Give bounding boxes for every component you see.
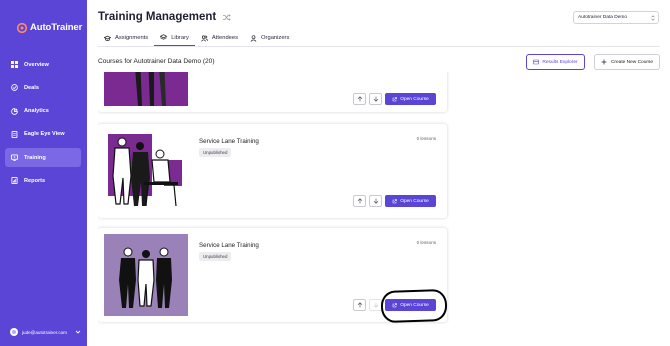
user-icon xyxy=(250,34,257,42)
sidebar-item-overview[interactable]: Overview xyxy=(5,55,81,74)
tab-bar: Assignments Library Attendees Organizers xyxy=(98,30,660,47)
shuffle-icon[interactable] xyxy=(222,13,231,22)
create-new-course-button[interactable]: Create New Course xyxy=(594,54,660,70)
select-arrows-icon xyxy=(651,14,655,21)
move-up-button[interactable] xyxy=(353,93,366,105)
course-illustration xyxy=(104,130,188,212)
sidebar-nav: Overview Deals Analytics Eagle Eye View … xyxy=(5,55,81,195)
plus-icon xyxy=(601,59,607,65)
reports-icon xyxy=(11,177,18,185)
arrow-down-icon xyxy=(373,198,378,204)
sidebar-item-label: Eagle Eye View xyxy=(24,131,65,138)
open-course-label: Open Course xyxy=(400,96,429,102)
status-badge: Unpublished xyxy=(199,148,232,157)
document-icon xyxy=(11,130,18,138)
sidebar-item-label: Reports xyxy=(24,177,46,184)
sidebar-item-deals[interactable]: Deals xyxy=(5,78,81,97)
sidebar-item-label: Training xyxy=(24,154,46,161)
arrow-up-icon xyxy=(357,302,362,308)
training-icon xyxy=(11,154,18,162)
open-course-button[interactable]: Open Course xyxy=(385,195,436,207)
sidebar: AutoTrainer Overview Deals Analytics Eag… xyxy=(0,0,87,346)
explorer-icon xyxy=(533,59,540,65)
chevron-down-icon xyxy=(75,330,81,334)
course-illustration xyxy=(104,234,188,316)
graduation-cap-icon xyxy=(104,35,111,41)
course-list[interactable]: Open Course Service Lane Training Unpubl… xyxy=(98,72,450,346)
open-course-label: Open Course xyxy=(400,198,429,204)
open-course-button[interactable]: Open Course xyxy=(385,93,436,105)
course-title: Service Lane Training xyxy=(199,242,259,249)
move-down-button[interactable] xyxy=(369,195,382,207)
external-link-icon xyxy=(392,198,398,203)
lesson-count: 0 lessons xyxy=(416,240,436,245)
users-icon xyxy=(201,35,208,42)
autotrainer-logo-icon xyxy=(17,22,27,33)
course-title: Service Lane Training xyxy=(199,138,259,145)
course-card: Service Lane Training Unpublished 0 less… xyxy=(98,228,447,322)
status-badge: Unpublished xyxy=(199,252,232,261)
app-name: AutoTrainer xyxy=(30,22,83,33)
open-course-label: Open Course xyxy=(400,302,429,308)
deals-icon xyxy=(11,84,18,92)
page-title: Training Management xyxy=(98,11,231,23)
tab-label: Library xyxy=(171,34,189,41)
organization-select-value: Autotrainer Data Demo xyxy=(578,15,628,20)
arrow-down-icon xyxy=(373,96,378,102)
sidebar-item-label: Deals xyxy=(24,84,39,91)
lesson-count: 0 lessons xyxy=(416,136,436,141)
course-illustration xyxy=(104,72,188,106)
grid-icon xyxy=(11,61,18,68)
move-up-button[interactable] xyxy=(353,195,366,207)
layers-icon xyxy=(160,34,168,40)
avatar xyxy=(10,328,18,336)
external-link-icon xyxy=(392,302,398,307)
sidebar-item-label: Overview xyxy=(24,61,49,68)
sidebar-item-label: Analytics xyxy=(24,108,49,115)
arrow-up-icon xyxy=(357,198,362,204)
sidebar-item-eagle-eye-view[interactable]: Eagle Eye View xyxy=(5,125,81,144)
sidebar-item-reports[interactable]: Reports xyxy=(5,171,81,190)
course-thumbnail xyxy=(104,72,188,106)
tab-attendees[interactable]: Attendees xyxy=(195,30,244,46)
tab-label: Assignments xyxy=(115,35,149,41)
app-logo[interactable]: AutoTrainer xyxy=(17,22,82,33)
course-thumbnail xyxy=(104,234,188,316)
arrow-up-icon xyxy=(357,96,362,102)
organization-select[interactable]: Autotrainer Data Demo xyxy=(573,11,659,24)
analytics-icon xyxy=(11,107,18,115)
open-course-button[interactable]: Open Course xyxy=(385,299,436,311)
page-title-text: Training Management xyxy=(98,11,217,23)
external-link-icon xyxy=(392,96,398,101)
results-explorer-label: Results Explorer xyxy=(542,59,578,65)
course-card: Service Lane Training Unpublished 0 less… xyxy=(98,124,447,218)
tab-label: Attendees xyxy=(211,35,239,41)
tab-organizers[interactable]: Organizers xyxy=(244,30,295,46)
arrow-down-icon xyxy=(373,302,378,308)
course-thumbnail xyxy=(104,130,188,212)
user-email: jude@autotrainer.com xyxy=(22,329,68,335)
tab-library[interactable]: Library xyxy=(154,30,195,46)
course-card: Open Course xyxy=(98,72,447,112)
move-down-button[interactable] xyxy=(369,93,382,105)
create-new-course-label: Create New Course xyxy=(610,59,654,65)
move-down-button[interactable] xyxy=(369,299,382,311)
move-up-button[interactable] xyxy=(353,299,366,311)
tab-label: Organizers xyxy=(261,35,290,41)
tab-assignments[interactable]: Assignments xyxy=(98,30,154,46)
results-explorer-button[interactable]: Results Explorer xyxy=(526,54,585,70)
courses-heading: Courses for Autotrainer Data Demo (20) xyxy=(98,58,215,65)
sidebar-item-training[interactable]: Training xyxy=(5,148,81,168)
user-menu[interactable]: jude@autotrainer.com xyxy=(10,328,81,336)
sidebar-item-analytics[interactable]: Analytics xyxy=(5,102,81,121)
